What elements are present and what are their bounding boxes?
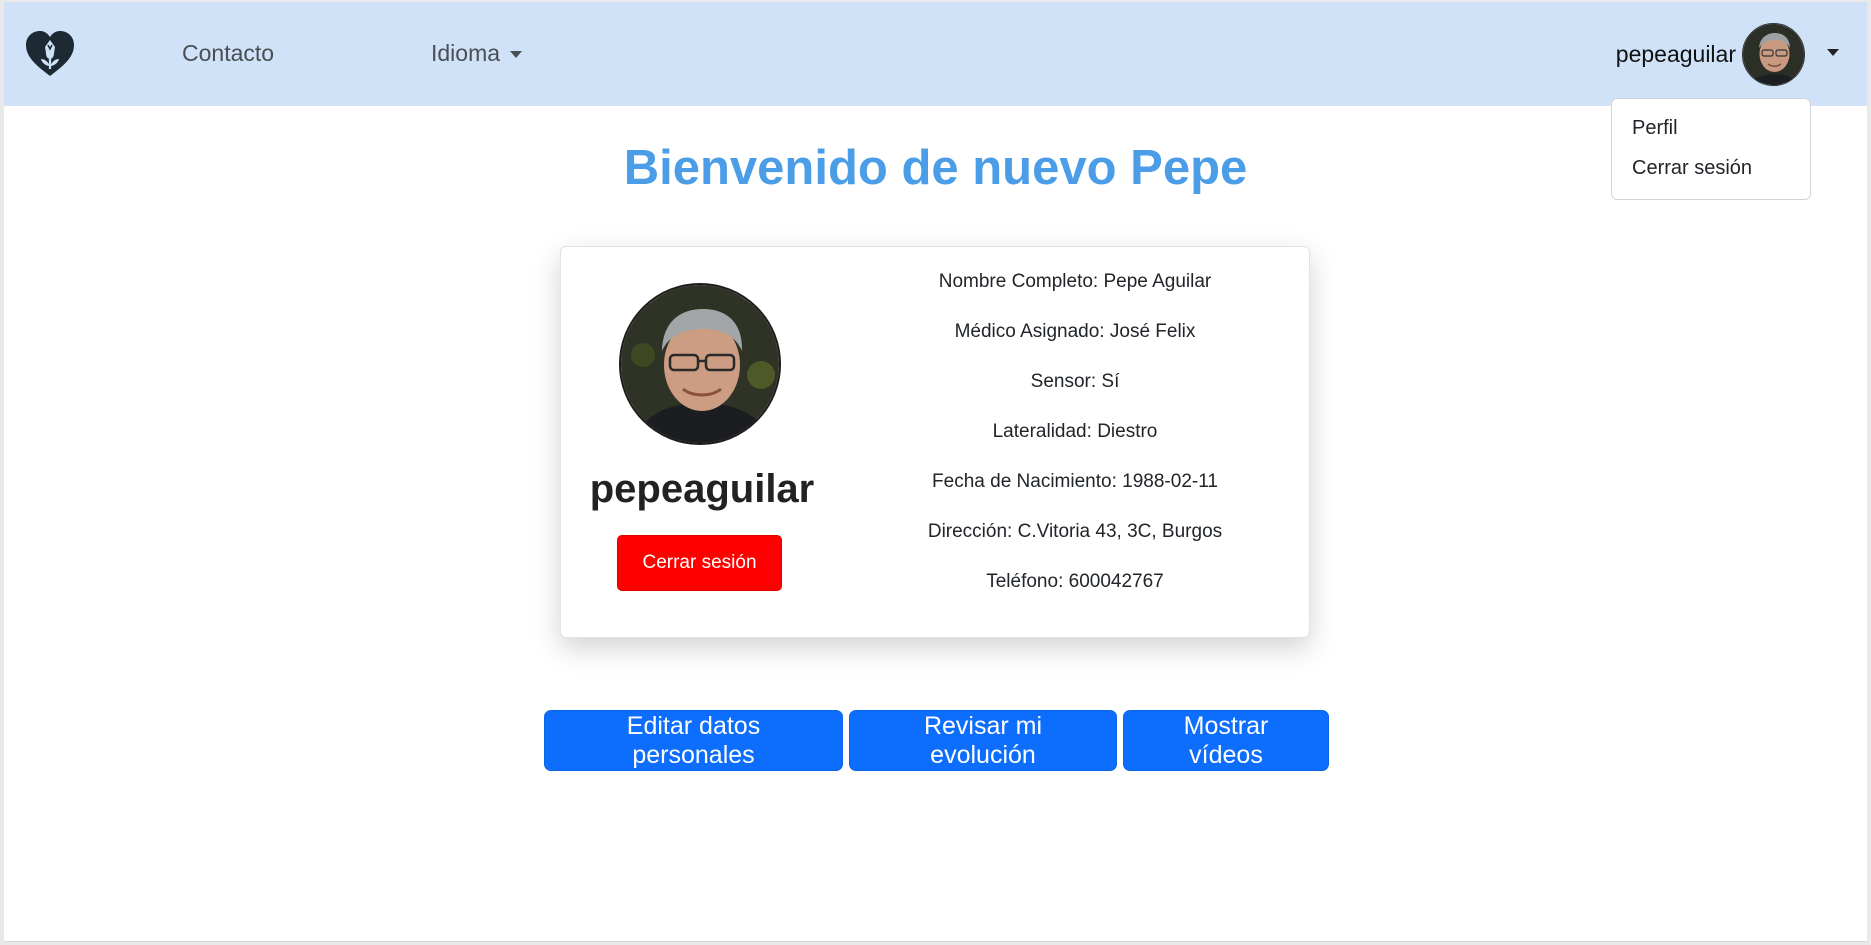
avatar [619, 283, 781, 445]
info-label: Nombre Completo: [938, 271, 1099, 292]
caret-down-icon [510, 51, 523, 58]
nav-username: pepeaguilar [1615, 40, 1736, 67]
nav-link-contacto[interactable]: Contacto [182, 40, 274, 67]
edit-personal-data-button[interactable]: Editar datos personales [544, 710, 843, 771]
info-row-sensor: Sensor: Sí [843, 371, 1307, 421]
review-evolution-button[interactable]: Revisar mi evolución [849, 710, 1117, 771]
info-value: Sí [1101, 371, 1120, 392]
info-row-medico: Médico Asignado: José Felix [843, 321, 1307, 371]
avatar [1742, 22, 1805, 86]
profile-username: pepeaguilar [589, 467, 815, 511]
info-label: Lateralidad: [992, 421, 1092, 442]
info-row-fecha-nacimiento: Fecha de Nacimiento: 1988-02-11 [843, 471, 1307, 521]
info-value: C.Vitoria 43, 3C, Burgos [1017, 521, 1223, 542]
info-row-direccion: Dirección: C.Vitoria 43, 3C, Burgos [843, 521, 1307, 571]
info-value: José Felix [1109, 321, 1196, 342]
info-value: 1988-02-11 [1122, 471, 1218, 492]
info-value: 600042767 [1068, 571, 1164, 592]
nav-dropdown-idioma[interactable]: Idioma [431, 40, 523, 67]
info-label: Dirección: [927, 521, 1013, 542]
info-value: Diestro [1097, 421, 1158, 442]
info-label: Médico Asignado: [954, 321, 1105, 342]
logout-button[interactable]: Cerrar sesión [617, 535, 782, 591]
heart-tulip-logo-icon[interactable] [24, 28, 76, 80]
navbar: Contacto Idioma pepeaguilar [4, 2, 1867, 106]
info-row-lateralidad: Lateralidad: Diestro [843, 421, 1307, 471]
info-label: Sensor: [1030, 371, 1097, 392]
info-value: Pepe Aguilar [1103, 271, 1212, 292]
info-row-nombre: Nombre Completo: Pepe Aguilar [843, 271, 1307, 321]
info-row-telefono: Teléfono: 600042767 [843, 571, 1307, 621]
action-buttons: Editar datos personales Revisar mi evolu… [544, 710, 1329, 771]
profile-info-list: Nombre Completo: Pepe Aguilar Médico Asi… [843, 271, 1307, 621]
show-videos-button[interactable]: Mostrar vídeos [1123, 710, 1329, 771]
caret-down-icon [1827, 48, 1839, 56]
nav-idioma-label: Idioma [431, 40, 501, 66]
app-page: Contacto Idioma pepeaguilar Perfil Cerra… [4, 2, 1867, 942]
profile-card: pepeaguilar Cerrar sesión Nombre Complet… [560, 246, 1310, 638]
user-menu-toggle[interactable]: pepeaguilar [1616, 22, 1839, 86]
page-title: Bienvenido de nuevo Pepe [623, 141, 1248, 195]
info-label: Teléfono: [986, 571, 1064, 592]
info-label: Fecha de Nacimiento: [932, 471, 1117, 492]
